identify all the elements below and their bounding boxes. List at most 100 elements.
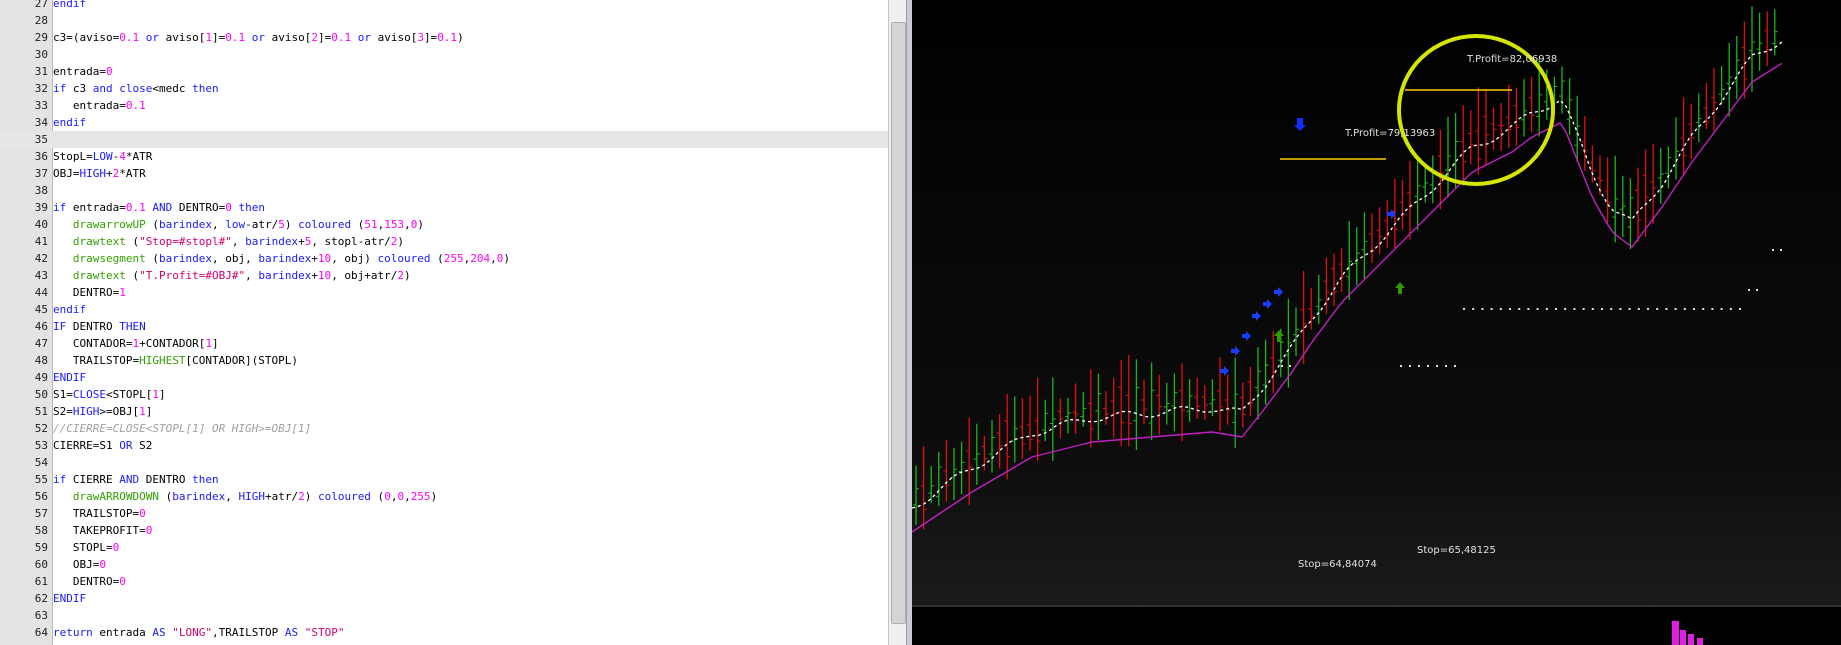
code-line[interactable]: 60 OBJ=0 <box>0 556 888 573</box>
code-text[interactable]: CONTADOR=1+CONTADOR[1] <box>53 335 219 352</box>
code-text[interactable]: drawARROWDOWN (barindex, HIGH+atr/2) col… <box>53 488 437 505</box>
code-line[interactable]: 55 if CIERRE AND DENTRO then <box>0 471 888 488</box>
editor-scrollbar-thumb[interactable] <box>891 22 906 624</box>
code-token: CLOSE <box>72 388 106 401</box>
code-token: 2 <box>311 31 318 44</box>
code-text[interactable]: entrada=0 <box>53 63 113 80</box>
code-line[interactable]: 56 drawARROWDOWN (barindex, HIGH+atr/2) … <box>0 488 888 505</box>
code-line[interactable]: 28 <box>0 12 888 29</box>
price-chart[interactable]: T.Profit=79,13963 T.Profit=82,06938 Stop… <box>912 0 1841 645</box>
code-text[interactable]: endif <box>53 114 86 131</box>
code-token: "STOP" <box>304 626 345 639</box>
stop-dot <box>1545 308 1548 310</box>
code-text[interactable]: drawtext ("T.Profit=#OBJ#", barindex+10,… <box>53 267 411 284</box>
code-token: <medc <box>152 82 193 95</box>
code-token: AND <box>119 473 140 486</box>
code-line[interactable]: 34 endif <box>0 114 888 131</box>
code-text[interactable]: StopL=LOW-4*ATR <box>53 148 152 165</box>
code-line[interactable]: 52 //CIERRE=CLOSE<STOPL[1] OR HIGH>=OBJ[1… <box>0 420 888 437</box>
code-line[interactable]: 62 ENDIF <box>0 590 888 607</box>
code-line[interactable]: 50 S1=CLOSE<STOPL[1] <box>0 386 888 403</box>
code-line[interactable]: 43 drawtext ("T.Profit=#OBJ#", barindex+… <box>0 267 888 284</box>
code-line[interactable]: 51 S2=HIGH>=OBJ[1] <box>0 403 888 420</box>
code-line[interactable]: 48 TRAILSTOP=HIGHEST[CONTADOR](STOPL) <box>0 352 888 369</box>
code-line[interactable]: 61 DENTRO=0 <box>0 573 888 590</box>
line-number: 45 <box>34 303 48 316</box>
code-text[interactable]: drawarrowUP (barindex, low-atr/5) colour… <box>53 216 424 233</box>
line-number: 44 <box>34 286 48 299</box>
code-line[interactable]: 47 CONTADOR=1+CONTADOR[1] <box>0 335 888 352</box>
code-line[interactable]: 57 TRAILSTOP=0 <box>0 505 888 522</box>
code-text[interactable]: DENTRO=0 <box>53 573 126 590</box>
code-text[interactable]: endif <box>53 0 86 12</box>
code-text[interactable]: ENDIF <box>53 590 86 607</box>
line-number: 43 <box>34 269 48 282</box>
code-token: 1 <box>152 388 159 401</box>
code-line[interactable]: 33 entrada=0.1 <box>0 97 888 114</box>
code-token: or <box>357 31 371 44</box>
code-token: ) <box>304 490 318 503</box>
code-text[interactable]: if CIERRE AND DENTRO then <box>53 471 219 488</box>
code-text[interactable]: //CIERRE=CLOSE<STOPL[1] OR HIGH>=OBJ[1] <box>53 420 311 437</box>
code-text[interactable]: TRAILSTOP=0 <box>53 505 146 522</box>
code-line[interactable]: 27 endif <box>0 0 888 12</box>
code-token: S2 <box>132 439 153 452</box>
code-text[interactable]: if c3 and close<medc then <box>53 80 219 97</box>
line-number: 47 <box>34 337 48 350</box>
code-line[interactable]: 63 <box>0 607 888 624</box>
code-text[interactable]: OBJ=HIGH+2*ATR <box>53 165 146 182</box>
code-token: OBJ= <box>53 558 100 571</box>
code-text[interactable]: drawsegment (barindex, obj, barindex+10,… <box>53 250 510 267</box>
editor-vertical-scrollbar[interactable] <box>888 0 906 645</box>
code-line[interactable]: 45 endif <box>0 301 888 318</box>
code-line[interactable]: 42 drawsegment (barindex, obj, barindex+… <box>0 250 888 267</box>
code-text[interactable]: DENTRO=1 <box>53 284 126 301</box>
code-text[interactable]: IF DENTRO THEN <box>53 318 146 335</box>
code-line[interactable]: 32 if c3 and close<medc then <box>0 80 888 97</box>
code-line[interactable]: 44 DENTRO=1 <box>0 284 888 301</box>
stop-dot <box>1509 308 1511 310</box>
code-text[interactable]: if entrada=0.1 AND DENTRO=0 then <box>53 199 265 216</box>
code-line[interactable]: 64 return entrada AS "LONG",TRAILSTOP AS … <box>0 624 888 641</box>
code-line[interactable]: 49 ENDIF <box>0 369 888 386</box>
code-token: 0 <box>145 524 153 537</box>
code-line[interactable]: 41 drawtext ("Stop=#stopl#", barindex+5,… <box>0 233 888 250</box>
code-text[interactable]: endif <box>53 301 86 318</box>
code-line[interactable]: 59 STOPL=0 <box>0 539 888 556</box>
code-text[interactable]: return entrada AS "LONG",TRAILSTOP AS "S… <box>53 624 344 641</box>
code-line[interactable]: 46 IF DENTRO THEN <box>0 318 888 335</box>
code-line[interactable]: 38 <box>0 182 888 199</box>
code-line[interactable]: 53 CIERRE=S1 OR S2 <box>0 437 888 454</box>
code-line[interactable]: 30 <box>0 46 888 63</box>
code-text[interactable]: entrada=0.1 <box>53 97 146 114</box>
code-token: aviso[ <box>158 31 206 44</box>
code-editor[interactable]: 27 endif 28 29 c3=(aviso=0.1 or aviso[1]=0.1… <box>0 0 906 645</box>
code-text[interactable]: S2=HIGH>=OBJ[1] <box>53 403 152 420</box>
code-token: ( <box>370 490 385 503</box>
code-text[interactable]: TAKEPROFIT=0 <box>53 522 152 539</box>
code-text[interactable]: ENDIF <box>53 369 86 386</box>
code-line[interactable]: 39 if entrada=0.1 AND DENTRO=0 then <box>0 199 888 216</box>
code-token: 0.1 <box>225 31 246 44</box>
code-text[interactable]: S1=CLOSE<STOPL[1] <box>53 386 166 403</box>
line-number: 56 <box>34 490 48 503</box>
code-text[interactable]: drawtext ("Stop=#stopl#", barindex+5, st… <box>53 233 404 250</box>
code-line[interactable]: 54 <box>0 454 888 471</box>
code-line[interactable]: 29 c3=(aviso=0.1 or aviso[1]=0.1 or aviso… <box>0 29 888 46</box>
code-token: S2= <box>53 405 73 418</box>
code-line[interactable]: 37 OBJ=HIGH+2*ATR <box>0 165 888 182</box>
code-line[interactable]: 35 <box>0 131 888 148</box>
code-line[interactable]: 58 TAKEPROFIT=0 <box>0 522 888 539</box>
code-text[interactable]: STOPL=0 <box>53 539 119 556</box>
code-line[interactable]: 31 entrada=0 <box>0 63 888 80</box>
code-token: if <box>53 201 67 214</box>
volume-bar <box>1688 634 1694 645</box>
code-line[interactable]: 36 StopL=LOW-4*ATR <box>0 148 888 165</box>
code-line[interactable]: 40 drawarrowUP (barindex, low-atr/5) col… <box>0 216 888 233</box>
code-text[interactable]: TRAILSTOP=HIGHEST[CONTADOR](STOPL) <box>53 352 298 369</box>
code-text[interactable]: OBJ=0 <box>53 556 106 573</box>
code-text[interactable]: c3=(aviso=0.1 or aviso[1]=0.1 or aviso[2… <box>53 29 464 46</box>
code-text[interactable]: CIERRE=S1 OR S2 <box>53 437 152 454</box>
